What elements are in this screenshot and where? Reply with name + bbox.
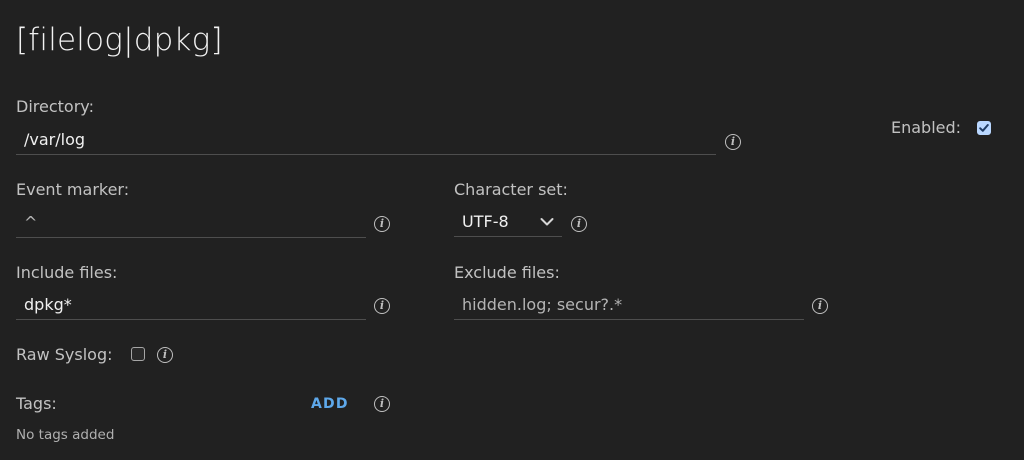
info-icon[interactable]: i (812, 298, 828, 314)
directory-input[interactable]: /var/log (16, 127, 716, 155)
info-icon[interactable]: i (725, 134, 741, 150)
directory-label: Directory: (16, 97, 94, 116)
exclude-files-input[interactable]: hidden.log; secur?.* (454, 292, 804, 320)
info-icon[interactable]: i (374, 396, 390, 412)
filelog-form: [filelog|dpkg] Directory: /var/log i Ena… (0, 0, 1024, 460)
character-set-select[interactable]: UTF-8 (454, 209, 562, 237)
raw-syslog-checkbox[interactable] (131, 347, 145, 361)
no-tags-text: No tags added (16, 427, 115, 443)
info-icon[interactable]: i (571, 216, 587, 232)
include-files-label: Include files: (16, 263, 118, 282)
exclude-files-label: Exclude files: (454, 263, 560, 282)
info-icon[interactable]: i (374, 298, 390, 314)
tags-label: Tags: (16, 394, 57, 413)
info-icon[interactable]: i (157, 347, 173, 363)
check-icon (979, 124, 989, 132)
info-icon[interactable]: i (374, 216, 390, 232)
enabled-label: Enabled: (891, 118, 962, 137)
page-title: [filelog|dpkg] (16, 22, 223, 58)
enabled-checkbox[interactable] (977, 121, 991, 135)
chevron-down-icon (540, 218, 554, 226)
character-set-label: Character set: (454, 180, 568, 199)
character-set-value: UTF-8 (462, 212, 509, 231)
raw-syslog-label: Raw Syslog: (16, 345, 113, 364)
add-tag-button[interactable]: ADD (311, 396, 349, 412)
event-marker-label: Event marker: (16, 180, 130, 199)
include-files-input[interactable]: dpkg* (16, 292, 366, 320)
event-marker-input[interactable]: ^ (16, 210, 366, 238)
